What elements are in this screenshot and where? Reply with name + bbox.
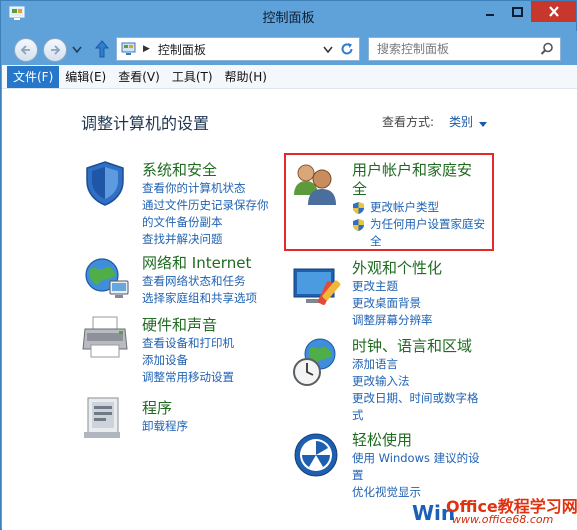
category-title-programs[interactable]: 程序: [142, 399, 188, 418]
category-title-system-security[interactable]: 系统和安全: [142, 161, 269, 180]
appearance-icon[interactable]: [292, 265, 342, 314]
chevron-down-icon: [72, 46, 82, 54]
forward-button[interactable]: [43, 38, 67, 62]
control-panel-icon: [121, 42, 137, 56]
link-date-time-format[interactable]: 更改日期、时间或数字格: [352, 390, 479, 407]
breadcrumb-separator-icon[interactable]: ▶: [143, 44, 150, 54]
ease-of-access-icon[interactable]: [293, 432, 339, 481]
control-panel-window: 控制面板 ▶ 控制面板 搜索控制面板 文件(F) 编辑(E) 查看(V) 工具(…: [0, 0, 577, 530]
menu-bar: 文件(F) 编辑(E) 查看(V) 工具(T) 帮助(H): [2, 65, 577, 89]
breadcrumb[interactable]: 控制面板: [158, 41, 206, 58]
link-add-language[interactable]: 添加语言: [352, 356, 479, 373]
category-appearance: 外观和个性化 更改主题 更改桌面背景 调整屏幕分辨率: [352, 259, 442, 329]
category-network: 网络和 Internet 查看网络状态和任务 选择家庭组和共享选项: [142, 254, 257, 307]
refresh-button[interactable]: [339, 41, 355, 60]
clock-globe-icon[interactable]: [292, 336, 344, 391]
network-globe-icon[interactable]: [80, 255, 132, 306]
uac-shield-icon: [353, 202, 364, 214]
link-change-input[interactable]: 更改输入法: [352, 373, 479, 390]
link-change-theme[interactable]: 更改主题: [352, 278, 442, 295]
link-text: 为任何用户设置家庭安: [370, 217, 485, 231]
search-icon[interactable]: [540, 42, 554, 59]
address-dropdown-button[interactable]: [323, 43, 333, 57]
navigation-bar: ▶ 控制面板: [2, 31, 577, 65]
back-button[interactable]: [14, 38, 38, 62]
link-uninstall-program[interactable]: 卸载程序: [142, 418, 188, 435]
chevron-down-icon: [323, 46, 333, 54]
category-ease-of-access: 轻松使用 使用 Windows 建议的设 置 优化视觉显示: [352, 431, 480, 501]
chevron-down-icon[interactable]: [479, 117, 487, 131]
forward-arrow-icon: [51, 45, 61, 55]
programs-icon[interactable]: [82, 394, 128, 445]
link-date-time-format-cont[interactable]: 式: [352, 407, 479, 424]
minimize-button[interactable]: [476, 1, 503, 22]
watermark-url: www.office68.com: [452, 513, 554, 526]
close-button[interactable]: [531, 1, 576, 22]
link-family-safety[interactable]: 为任何用户设置家庭安: [352, 216, 485, 233]
category-title-ease[interactable]: 轻松使用: [352, 431, 480, 450]
address-bar[interactable]: ▶ 控制面板: [116, 37, 360, 61]
maximize-button[interactable]: [504, 1, 530, 22]
category-hardware-sound: 硬件和声音 查看设备和打印机 添加设备 调整常用移动设置: [142, 316, 234, 386]
close-icon: [548, 6, 559, 17]
category-title-users[interactable]: 用户帐户和家庭安: [352, 161, 485, 180]
category-title-users-cont[interactable]: 全: [352, 180, 485, 199]
printer-icon[interactable]: [81, 315, 131, 364]
link-change-account-type[interactable]: 更改帐户类型: [352, 199, 485, 216]
view-by-label: 查看方式:: [382, 115, 435, 129]
link-mobility-settings[interactable]: 调整常用移动设置: [142, 369, 234, 386]
category-programs: 程序 卸载程序: [142, 399, 188, 435]
link-network-status[interactable]: 查看网络状态和任务: [142, 273, 257, 290]
link-windows-suggested-cont[interactable]: 置: [352, 467, 480, 484]
recent-locations-dropdown[interactable]: [72, 43, 82, 57]
category-title-hardware[interactable]: 硬件和声音: [142, 316, 234, 335]
up-button[interactable]: [94, 39, 110, 62]
link-family-safety-cont[interactable]: 全: [352, 233, 485, 250]
page-title: 调整计算机的设置: [81, 114, 210, 133]
menu-file[interactable]: 文件(F): [7, 65, 60, 88]
category-title-network[interactable]: 网络和 Internet: [142, 254, 257, 273]
users-icon[interactable]: [290, 161, 340, 212]
category-title-clock[interactable]: 时钟、语言和区域: [352, 337, 479, 356]
link-text: 更改帐户类型: [370, 200, 439, 214]
menu-view[interactable]: 查看(V): [112, 66, 166, 88]
menu-edit[interactable]: 编辑(E): [59, 66, 112, 88]
up-arrow-icon: [94, 40, 110, 58]
shield-icon[interactable]: [81, 159, 129, 210]
link-file-history-cont[interactable]: 的文件备份副本: [142, 214, 269, 231]
content-area: 调整计算机的设置 查看方式: 类别 系统和安全 查看你的计算机状态 通过文件历史…: [2, 89, 577, 530]
link-devices-printers[interactable]: 查看设备和打印机: [142, 335, 234, 352]
search-box[interactable]: [368, 37, 561, 61]
uac-shield-icon: [353, 219, 364, 231]
view-by-dropdown[interactable]: 类别: [449, 113, 473, 130]
title-bar: 控制面板: [1, 1, 576, 31]
category-system-security: 系统和安全 查看你的计算机状态 通过文件历史记录保存你 的文件备份副本 查找并解…: [142, 161, 269, 248]
link-desktop-background[interactable]: 更改桌面背景: [352, 295, 442, 312]
category-title-appearance[interactable]: 外观和个性化: [352, 259, 442, 278]
link-add-device[interactable]: 添加设备: [142, 352, 234, 369]
category-user-accounts: 用户帐户和家庭安 全 更改帐户类型 为任何用户设置家庭安 全: [352, 161, 485, 250]
link-homegroup[interactable]: 选择家庭组和共享选项: [142, 290, 257, 307]
category-clock-language: 时钟、语言和区域 添加语言 更改输入法 更改日期、时间或数字格 式: [352, 337, 479, 424]
link-troubleshoot[interactable]: 查找并解决问题: [142, 231, 269, 248]
refresh-icon: [341, 43, 353, 55]
menu-help[interactable]: 帮助(H): [219, 66, 273, 88]
link-screen-resolution[interactable]: 调整屏幕分辨率: [352, 312, 442, 329]
link-file-history[interactable]: 通过文件历史记录保存你: [142, 197, 269, 214]
link-windows-suggested[interactable]: 使用 Windows 建议的设: [352, 450, 480, 467]
back-arrow-icon: [20, 45, 30, 55]
search-input[interactable]: [369, 38, 529, 60]
link-view-computer-status[interactable]: 查看你的计算机状态: [142, 180, 269, 197]
menu-tools[interactable]: 工具(T): [166, 66, 219, 88]
